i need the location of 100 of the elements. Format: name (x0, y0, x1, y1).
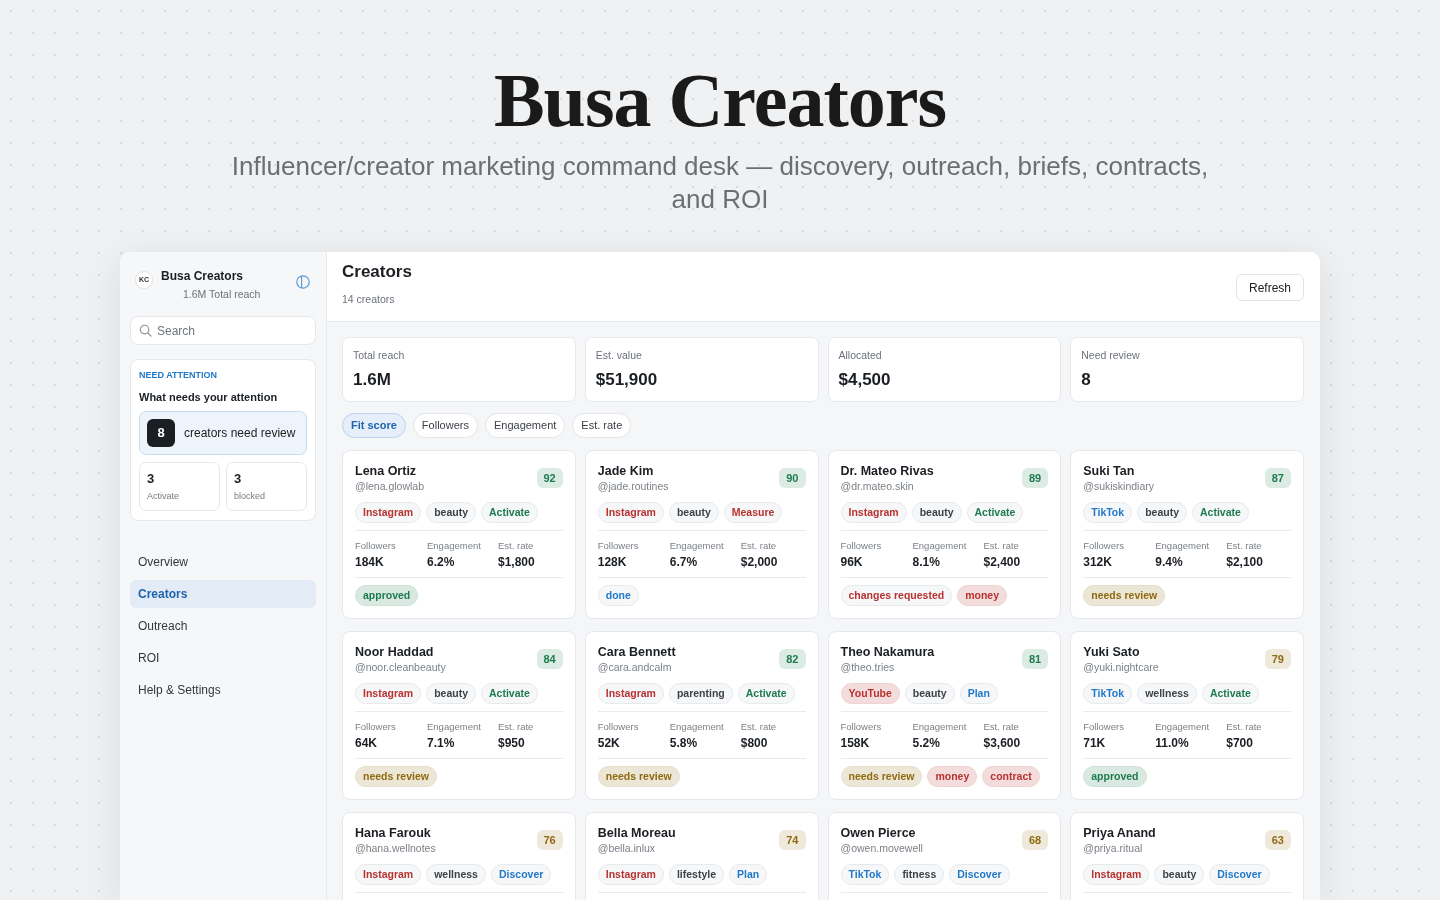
tag-chip: TikTok (1083, 683, 1133, 704)
tile-value: 3 (234, 471, 243, 487)
tile-value: 3 (147, 471, 156, 487)
creator-card[interactable]: Theo Nakamura @theo.tries 81 YouTube beauty Plan Followers 158K Engagement 5.2% Est. rate $3,600 needs review money contract (827, 631, 1062, 800)
stat-label: Est. value (595, 348, 643, 362)
creator-card[interactable]: Priya Anand @priya.ritual 63 Instagram beauty Discover (1070, 812, 1304, 900)
tag-chip: Activate (966, 502, 1024, 523)
metric-label: Engagement (1155, 539, 1211, 552)
fit-score-badge: 68 (1022, 830, 1049, 850)
metric-label: Est. rate (1226, 539, 1263, 552)
fit-score-badge: 87 (1264, 468, 1291, 488)
metric-value: $950 (498, 735, 526, 751)
tag-chip: fitness (894, 864, 945, 885)
creator-card[interactable]: Yuki Sato @yuki.nightcare 79 TikTok wellness Activate Followers 71K Engagement 11.0% Est. rate $700 approved (1070, 631, 1304, 800)
metric-label: Engagement (427, 539, 482, 552)
creator-handle: @jade.routines (597, 479, 669, 493)
sidebar-nav-item[interactable]: Outreach (130, 612, 316, 640)
creator-name: Priya Anand (1083, 825, 1156, 841)
metric-label: Followers (597, 539, 640, 552)
metric-value: 9.4% (1155, 554, 1184, 570)
panel-toggle-icon[interactable] (296, 275, 310, 289)
metric-value: $2,400 (983, 554, 1022, 570)
review-alert[interactable]: 8 creators need review (139, 411, 307, 455)
metric-label: Followers (1083, 720, 1125, 733)
metric-label: Engagement (427, 720, 482, 733)
tag-chip: Instagram (597, 864, 664, 885)
creator-name: Theo Nakamura (840, 644, 935, 660)
creator-handle: @sukiskindiary (1083, 479, 1154, 493)
tag-chip: beauty (904, 683, 955, 704)
creator-card[interactable]: Bella Moreau @bella.inlux 74 Instagram lifestyle Plan (584, 812, 819, 900)
attention-tile[interactable]: 3 Activate (139, 462, 220, 511)
sort-chip[interactable]: Followers (412, 413, 478, 438)
metric-value: 5.2% (912, 735, 941, 751)
tag-chip: TikTok (1083, 502, 1133, 523)
creator-card[interactable]: Suki Tan @sukiskindiary 87 TikTok beauty Activate Followers 312K Engagement 9.4% Est. rate $2,100 needs review (1070, 450, 1304, 619)
creator-card[interactable]: Cara Bennett @cara.andcalm 82 Instagram parenting Activate Followers 52K Engagement 5.8% Est. rate $800 needs review (584, 631, 819, 800)
tag-chip: Activate (1191, 502, 1249, 523)
creator-name: Yuki Sato (1083, 644, 1141, 660)
tag-chip: beauty (426, 502, 477, 523)
stat-label: Need review (1081, 348, 1141, 362)
creator-name: Lena Ortiz (355, 463, 418, 479)
section-title: Creators (342, 262, 412, 282)
tag-chip: Instagram (1083, 864, 1150, 885)
status-chip: contract (982, 766, 1040, 787)
metric-label: Est. rate (740, 720, 778, 733)
status-chip: changes requested (840, 585, 953, 606)
creator-name: Cara Bennett (597, 644, 676, 660)
status-chip: money (927, 766, 978, 787)
fit-score-badge: 79 (1264, 649, 1291, 669)
stat-value: 8 (1081, 370, 1092, 390)
creator-card[interactable]: Noor Haddad @noor.cleanbeauty 84 Instagram beauty Activate Followers 64K Engagement 7.1% Est. rate $950 needs review (342, 631, 576, 800)
sidebar-nav-item[interactable]: ROI (130, 644, 316, 672)
metric-value: 128K (597, 554, 628, 570)
creator-name: Hana Farouk (355, 825, 432, 841)
metric-value: 96K (840, 554, 864, 570)
metric-label: Engagement (669, 539, 725, 552)
metric-label: Est. rate (498, 720, 535, 733)
refresh-button[interactable]: Refresh (1235, 274, 1304, 301)
stat-label: Allocated (838, 348, 883, 362)
creator-card[interactable]: Jade Kim @jade.routines 90 Instagram beauty Measure Followers 128K Engagement 6.7% Est. rate $2,000 done (584, 450, 819, 619)
tag-chip: Discover (490, 864, 552, 885)
creator-handle: @hana.wellnotes (355, 841, 436, 855)
metric-label: Followers (1083, 539, 1125, 552)
metric-value: 312K (1083, 554, 1113, 570)
metric-label: Engagement (912, 539, 968, 552)
creator-card[interactable]: Owen Pierce @owen.movewell 68 TikTok fitness Discover (827, 812, 1062, 900)
attention-title: What needs your attention (139, 390, 279, 404)
metric-value: $2,000 (740, 554, 779, 570)
metric-label: Est. rate (983, 720, 1020, 733)
tag-chip: Activate (737, 683, 795, 704)
creator-name: Suki Tan (1083, 463, 1136, 479)
page-subtitle: Influencer/creator marketing command desk — discovery, outreach, briefs, contracts, and ROI (230, 150, 1210, 216)
fit-score-badge: 81 (1022, 649, 1049, 669)
sidebar-nav-item[interactable]: Help & Settings (130, 676, 316, 704)
creator-name: Jade Kim (597, 463, 655, 479)
sort-chip[interactable]: Fit score (342, 413, 406, 438)
creator-handle: @priya.ritual (1083, 841, 1144, 855)
metric-label: Followers (355, 720, 397, 733)
sidebar-nav-item[interactable]: Creators (130, 580, 316, 608)
attention-tile[interactable]: 3 blocked (226, 462, 307, 511)
sort-chip[interactable]: Est. rate (572, 413, 632, 438)
metric-value: 6.2% (427, 554, 456, 570)
metric-value: 64K (355, 735, 378, 751)
search-field[interactable]: Search (130, 316, 316, 345)
fit-score-badge: 82 (779, 649, 806, 669)
creator-card[interactable]: Lena Ortiz @lena.glowlab 92 Instagram beauty Activate Followers 184K Engagement 6.2% Est. rate $1,800 approved (342, 450, 576, 619)
creator-card[interactable]: Hana Farouk @hana.wellnotes 76 Instagram wellness Discover (342, 812, 576, 900)
tag-chip: Plan (959, 683, 998, 704)
metric-label: Est. rate (740, 539, 778, 552)
sort-chip[interactable]: Engagement (484, 413, 566, 438)
metric-value: $700 (1226, 735, 1254, 751)
creator-name: Owen Pierce (840, 825, 917, 841)
creator-handle: @dr.mateo.skin (840, 479, 915, 493)
tag-chip: Plan (729, 864, 768, 885)
metric-label: Est. rate (498, 539, 535, 552)
status-chip: approved (355, 585, 419, 606)
brand-name: Busa Creators (161, 268, 245, 284)
sidebar-nav-item[interactable]: Overview (130, 548, 316, 576)
creator-card[interactable]: Dr. Mateo Rivas @dr.mateo.skin 89 Instagram beauty Activate Followers 96K Engagement 8.1% Est. rate $2,400 changes requested money (827, 450, 1062, 619)
tag-chip: lifestyle (668, 864, 725, 885)
